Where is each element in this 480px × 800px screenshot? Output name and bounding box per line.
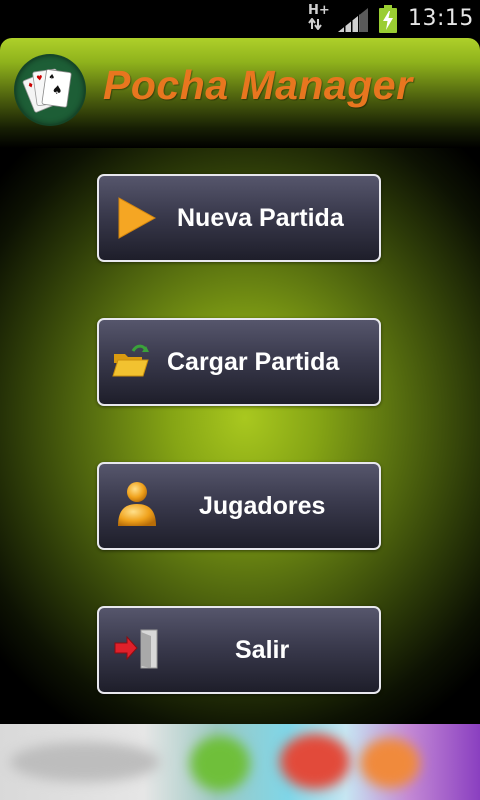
ad-blur-region xyxy=(190,736,250,791)
ad-blur-region xyxy=(10,742,160,782)
network-type-label: H+ xyxy=(308,3,330,18)
load-game-label: Cargar Partida xyxy=(167,348,340,376)
ad-blur-region xyxy=(360,738,420,788)
app-screen: ♦ ♥ ♠ ♠ Pocha Manager Nueva Partida Carg… xyxy=(0,38,480,724)
exit-button[interactable]: Salir xyxy=(97,606,381,694)
battery-charging-icon xyxy=(379,5,397,33)
status-clock: 13:15 xyxy=(408,6,474,31)
play-icon xyxy=(118,197,157,239)
playing-cards-icon: ♦ ♥ ♠ ♠ xyxy=(22,68,72,113)
ad-blur-region xyxy=(280,734,350,789)
signal-strength-icon xyxy=(338,8,368,32)
new-game-label: Nueva Partida xyxy=(177,204,344,232)
app-header: ♦ ♥ ♠ ♠ Pocha Manager xyxy=(0,38,480,148)
svg-text:♠: ♠ xyxy=(51,82,64,97)
folder-open-icon xyxy=(112,344,149,377)
app-logo: ♦ ♥ ♠ ♠ xyxy=(16,56,84,124)
players-button[interactable]: Jugadores xyxy=(97,462,381,550)
ad-banner[interactable] xyxy=(0,724,480,800)
svg-text:♠: ♠ xyxy=(48,73,55,82)
exit-door-icon xyxy=(114,629,158,669)
load-game-button[interactable]: Cargar Partida xyxy=(97,318,381,406)
network-indicator: H+ xyxy=(308,4,334,34)
data-activity-icon xyxy=(308,18,322,30)
exit-label: Salir xyxy=(235,636,290,664)
new-game-button[interactable]: Nueva Partida xyxy=(97,174,381,262)
svg-text:♥: ♥ xyxy=(36,74,43,83)
app-title: Pocha Manager xyxy=(103,62,413,108)
user-icon xyxy=(118,482,156,526)
status-bar: H+ 13:15 xyxy=(0,0,480,38)
players-label: Jugadores xyxy=(199,492,326,520)
